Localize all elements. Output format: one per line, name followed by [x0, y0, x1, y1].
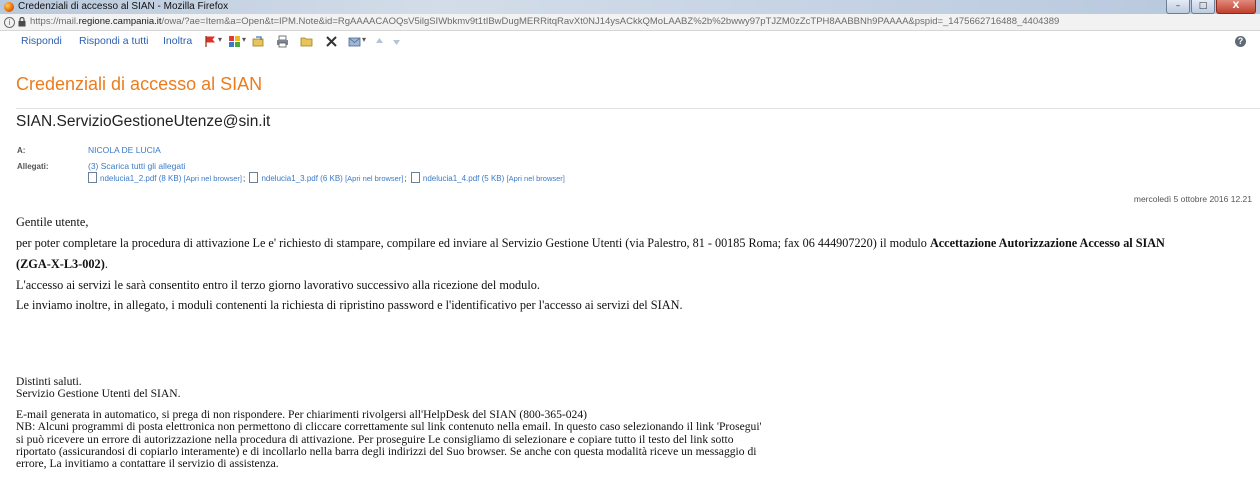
pdf-icon: [249, 172, 259, 183]
attachment-link[interactable]: ndelucia1_4.pdf (5 KB): [423, 174, 504, 183]
url-text[interactable]: https://mail.regione.campania.it/owa/?ae…: [30, 14, 1059, 30]
pdf-icon: [410, 172, 420, 183]
attachments-list: ndelucia1_2.pdf (8 KB) [Apri nel browser…: [88, 172, 565, 183]
body-paragraph-1: per poter completare la procedura di att…: [16, 236, 1165, 250]
address-bar[interactable]: i https://mail.regione.campania.it/owa/?…: [0, 14, 1260, 31]
maximize-button[interactable]: □: [1191, 0, 1215, 14]
forward-button[interactable]: Inoltra: [163, 35, 192, 47]
lock-icon[interactable]: [18, 17, 26, 27]
categories-icon[interactable]: [228, 35, 241, 48]
window-controls: – □ X: [1166, 0, 1256, 14]
mail-toolbar: Rispondi Rispondi a tutti Inoltra ▾ ▾ ▾ …: [0, 31, 1260, 53]
print-icon[interactable]: [276, 35, 289, 48]
close-button[interactable]: X: [1216, 0, 1256, 14]
minimize-button[interactable]: –: [1166, 0, 1190, 14]
to-recipient[interactable]: NICOLA DE LUCIA: [88, 145, 161, 155]
info-icon[interactable]: i: [4, 17, 15, 28]
attachment-link[interactable]: ndelucia1_2.pdf (8 KB): [100, 174, 181, 183]
open-in-browser-link[interactable]: [Apri nel browser]: [507, 174, 565, 183]
greeting: Gentile utente,: [16, 215, 89, 229]
open-in-browser-link[interactable]: [Apri nel browser]: [345, 174, 403, 183]
pdf-icon: [88, 172, 97, 183]
flag-icon[interactable]: [204, 35, 217, 48]
folder-icon[interactable]: [300, 35, 313, 48]
delete-icon[interactable]: [325, 35, 338, 48]
download-all-attachments-link[interactable]: (3) Scarica tutti gli allegati: [88, 161, 185, 171]
window-titlebar: Credenziali di accesso al SIAN - Mozilla…: [0, 0, 1260, 14]
junk-dropdown-icon[interactable]: ▾: [362, 35, 366, 44]
body-paragraph-1-cont: (ZGA-X-L3-002).: [16, 257, 108, 271]
message-sender: SIAN.ServizioGestioneUtenze@sin.it: [16, 113, 271, 130]
reply-all-button[interactable]: Rispondi a tutti: [79, 35, 148, 47]
message-date: mercoledì 5 ottobre 2016 12.21: [1133, 194, 1252, 204]
help-icon[interactable]: ?: [1235, 36, 1246, 47]
attachments-label: Allegati:: [17, 162, 49, 171]
window-title: Credenziali di accesso al SIAN - Mozilla…: [18, 1, 229, 12]
reply-button[interactable]: Rispondi: [21, 35, 62, 47]
body-paragraph-2: L'accesso ai servizi le sarà consentito …: [16, 278, 540, 292]
junk-icon[interactable]: [348, 35, 361, 48]
to-label: A:: [17, 146, 26, 155]
next-icon[interactable]: [390, 35, 403, 48]
body-paragraph-3: Le inviamo inoltre, in allegato, i modul…: [16, 298, 683, 312]
footer-line-2: NB: Alcuni programmi di posta elettronic…: [16, 420, 762, 433]
closing-line-2: Servizio Gestione Utenti del SIAN.: [16, 387, 181, 400]
categories-dropdown-icon[interactable]: ▾: [242, 35, 246, 44]
firefox-icon: [4, 2, 14, 12]
move-icon[interactable]: [252, 35, 265, 48]
message-subject: Credenziali di accesso al SIAN: [16, 74, 263, 94]
open-in-browser-link[interactable]: [Apri nel browser]: [184, 174, 242, 183]
footer-line-5: errore, La invitiamo a contattare il ser…: [16, 457, 279, 470]
previous-icon[interactable]: [373, 35, 386, 48]
attachment-link[interactable]: ndelucia1_3.pdf (6 KB): [261, 174, 342, 183]
header-divider: [16, 108, 1260, 109]
flag-dropdown-icon[interactable]: ▾: [218, 35, 222, 44]
